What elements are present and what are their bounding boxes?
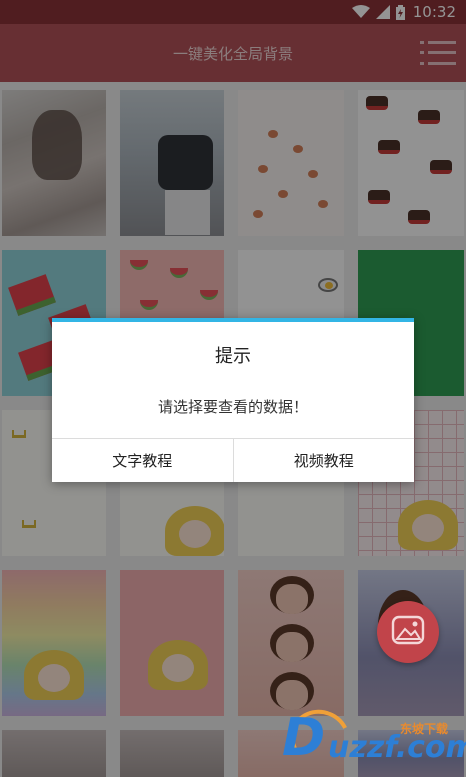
text-tutorial-button[interactable]: 文字教程 [52, 439, 233, 482]
dialog-buttons: 文字教程 视频教程 [52, 438, 414, 482]
watermark-logo: D uzzf.com 东坡下载 [282, 700, 466, 777]
logo-mark: D [282, 708, 326, 768]
video-tutorial-button[interactable]: 视频教程 [232, 439, 414, 482]
gallery-icon [391, 615, 425, 649]
dialog-title: 提示 [215, 346, 251, 367]
logo-cn-text: 东坡下载 [400, 722, 449, 736]
tip-dialog: 提示 请选择要查看的数据！ 文字教程 视频教程 [52, 318, 414, 482]
gallery-button[interactable] [377, 601, 439, 663]
dialog-message: 请选择要查看的数据！ [157, 398, 308, 416]
